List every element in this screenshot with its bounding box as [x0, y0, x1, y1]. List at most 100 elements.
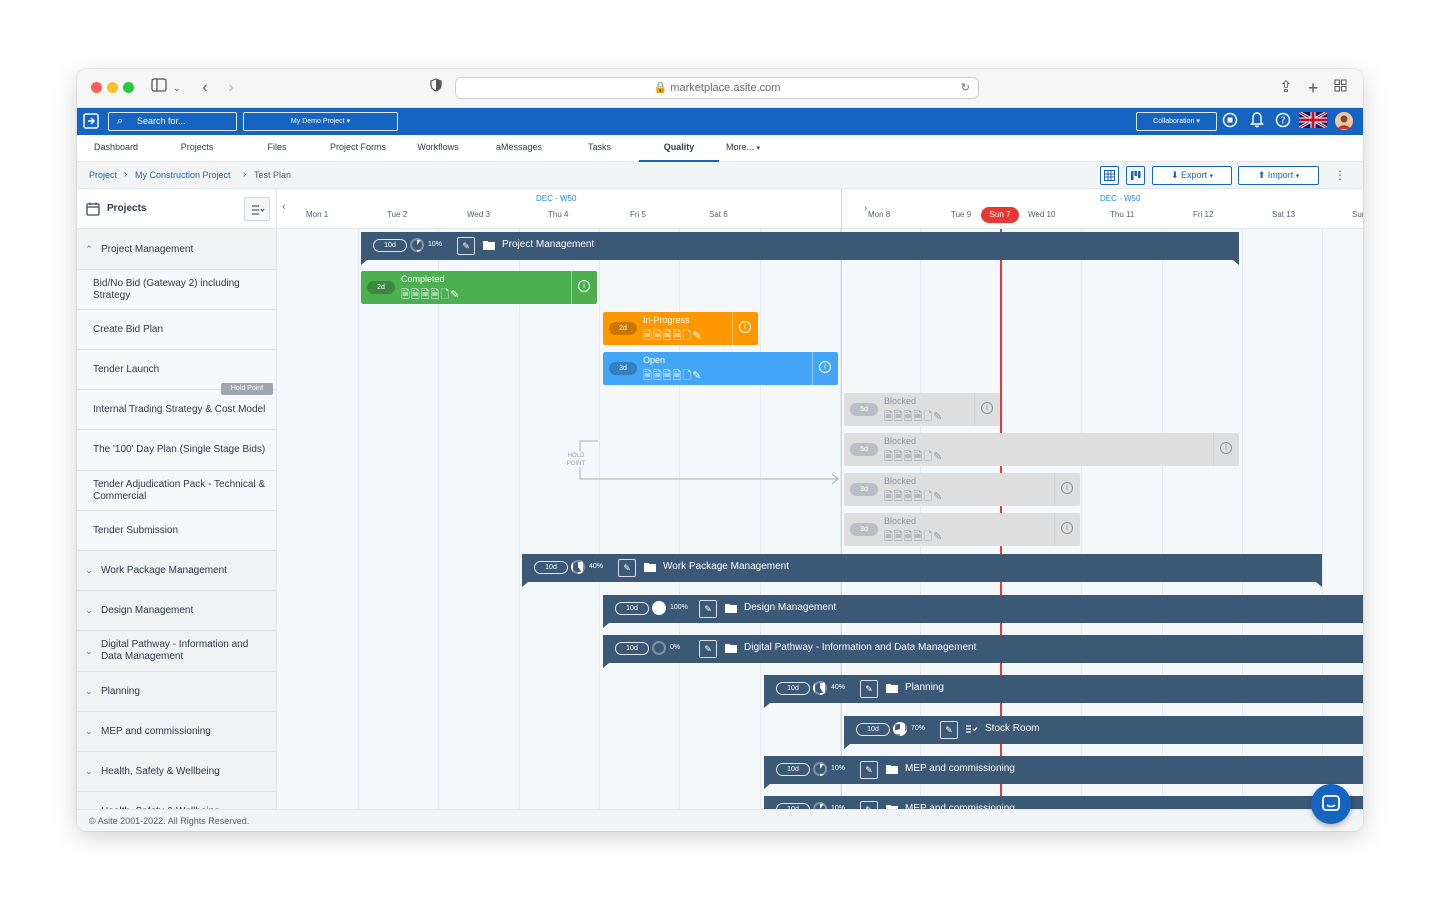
tree-task-row[interactable]: Bid/No Bid (Gateway 2) including Strateg…: [77, 270, 276, 310]
tab-project-forms[interactable]: Project Forms: [317, 135, 399, 162]
edit-button[interactable]: ✎: [860, 801, 878, 809]
chevron-down-icon[interactable]: ⌄: [77, 646, 101, 657]
project-selector[interactable]: My Demo Project ▾: [243, 112, 398, 131]
summary-bar[interactable]: 10d 0% ✎ Digital Pathway - Information and …: [603, 635, 1363, 668]
tab-amessages[interactable]: aMessages: [489, 135, 549, 162]
tree-group-row[interactable]: ⌄ Planning: [77, 672, 276, 712]
chevron-down-icon[interactable]: ⌄: [77, 565, 101, 576]
tree-group-row[interactable]: ⌄ Digital Pathway - Information and Data …: [77, 631, 276, 672]
info-icon[interactable]: i: [1061, 522, 1073, 534]
summary-bar[interactable]: 10d10%✎MEP and commissioning: [764, 756, 1363, 789]
tree-task-row[interactable]: The '100' Day Plan (Single Stage Bids): [77, 430, 276, 471]
record-icon[interactable]: [1221, 112, 1239, 130]
info-icon[interactable]: i: [1220, 442, 1232, 454]
day-label: Tue 2: [387, 210, 408, 219]
tree-group-row[interactable]: ⌄Health, Safety & Wellbeing: [77, 792, 276, 809]
scroll-right-icon[interactable]: ›: [864, 203, 867, 214]
summary-bar[interactable]: 10d 70% ✎ Stock Room: [844, 716, 1363, 749]
filter-list-button[interactable]: [244, 197, 270, 221]
forward-icon[interactable]: ›: [223, 77, 239, 99]
chat-button[interactable]: [1311, 784, 1351, 824]
tree-group-row[interactable]: ⌄ Work Package Management: [77, 551, 276, 591]
task-bar[interactable]: 2d Completed 🗎🗎🗎🗎🗋✎ i: [361, 271, 597, 304]
back-icon[interactable]: ‹: [197, 77, 213, 99]
summary-bar[interactable]: 10d 40% ✎ Work Package Management: [522, 554, 1322, 587]
edit-button[interactable]: ✎: [860, 761, 878, 779]
task-bar[interactable]: 2d In-Progress 🗎🗎🗎🗎🗋✎ i: [603, 312, 758, 345]
export-button[interactable]: ⬇ Export ▾: [1152, 166, 1232, 185]
tab-files[interactable]: Files: [257, 135, 297, 162]
task-bar[interactable]: 5d Blocked 🗎🗎🗎🗎🗋✎ i: [844, 433, 1239, 466]
tree-task-row[interactable]: Tender Adjudication Pack - Technical & C…: [77, 471, 276, 511]
breadcrumb-test-plan: Test Plan: [254, 170, 292, 180]
chevron-down-icon[interactable]: ⌄: [77, 605, 101, 616]
close-window-button[interactable]: [91, 82, 102, 93]
tab-quality[interactable]: Quality: [639, 135, 719, 162]
more-options-icon[interactable]: ⋮: [1334, 162, 1346, 188]
chevron-down-icon[interactable]: ⌄: [77, 766, 101, 777]
summary-bar[interactable]: 10d 10% ✎ Project Management: [361, 232, 1239, 265]
info-icon[interactable]: i: [819, 361, 831, 373]
info-icon[interactable]: i: [1061, 482, 1073, 494]
tree-group-row[interactable]: ⌄ Design Management: [77, 591, 276, 631]
chevron-down-icon[interactable]: ⌄: [172, 77, 182, 99]
search-input[interactable]: ⌕ Search for...: [108, 112, 237, 131]
tab-workflows[interactable]: Workflows: [409, 135, 467, 162]
task-bar[interactable]: 3d Blocked 🗎🗎🗎🗎🗋✎ i: [844, 473, 1080, 506]
chevron-down-icon[interactable]: ⌄: [77, 726, 101, 737]
grid-view-button[interactable]: [1100, 166, 1119, 185]
edit-button[interactable]: ✎: [618, 559, 636, 577]
share-icon[interactable]: ⇪: [1278, 77, 1294, 99]
task-status: Blocked: [884, 436, 917, 446]
minimize-window-button[interactable]: [107, 82, 118, 93]
tab-dashboard[interactable]: Dashboard: [80, 135, 152, 162]
new-tab-icon[interactable]: +: [1305, 77, 1321, 99]
chevron-down-icon[interactable]: ⌄: [77, 686, 101, 697]
scroll-left-icon[interactable]: ‹: [282, 201, 286, 213]
tree-task-row[interactable]: Tender Submission: [77, 511, 276, 551]
summary-bar[interactable]: 10d10%✎MEP and commissioning: [764, 796, 1363, 809]
uk-flag-icon[interactable]: [1298, 110, 1328, 130]
bell-icon[interactable]: [1248, 112, 1266, 130]
edit-button[interactable]: ✎: [940, 721, 958, 739]
user-avatar[interactable]: [1335, 112, 1353, 130]
edit-button[interactable]: ✎: [860, 680, 878, 698]
import-button[interactable]: ⬆ Import ▾: [1238, 166, 1319, 185]
summary-bar-title: Digital Pathway - Information and Data M…: [744, 642, 977, 653]
tree-task-row[interactable]: Internal Trading Strategy & Cost Model: [77, 390, 276, 430]
tree-group-row[interactable]: ⌄Health, Safety & Wellbeing: [77, 752, 276, 792]
summary-bar[interactable]: 10d 40% ✎ Planning: [764, 675, 1363, 708]
privacy-shield-icon[interactable]: [429, 77, 443, 99]
gantt-view-button[interactable]: [1126, 166, 1145, 185]
tree-group-row[interactable]: ⌃ Project Management: [77, 230, 276, 270]
breadcrumb-construction-project[interactable]: My Construction Project: [135, 162, 231, 188]
info-icon[interactable]: i: [739, 321, 751, 333]
task-bar[interactable]: 5d Blocked 🗎🗎🗎🗎🗋✎ i: [844, 393, 1000, 426]
sidebar-toggle-icon[interactable]: [151, 77, 167, 99]
chevron-right-icon: ›: [243, 169, 247, 180]
chevron-up-icon[interactable]: ⌃: [77, 244, 101, 255]
zoom-window-button[interactable]: [123, 82, 134, 93]
breadcrumb-project[interactable]: Project: [89, 162, 117, 188]
reload-icon[interactable]: ↻: [961, 78, 970, 98]
edit-button[interactable]: ✎: [699, 600, 717, 618]
day-label: Thu 4: [548, 210, 569, 219]
tree-task-row[interactable]: Create Bid Plan: [77, 310, 276, 350]
edit-button[interactable]: ✎: [699, 640, 717, 658]
edit-button[interactable]: ✎: [457, 237, 475, 255]
day-label: Fri 5: [630, 210, 646, 219]
task-bar[interactable]: 3d Open 🗎🗎🗎🗎🗋✎ i: [603, 352, 838, 385]
workspace-selector[interactable]: Collaboration ▾: [1136, 112, 1217, 131]
summary-bar[interactable]: 10d 100% ✎ Design Management: [603, 595, 1363, 628]
address-bar[interactable]: 🔒 marketplace.asite.com ↻: [455, 77, 979, 99]
info-icon[interactable]: i: [578, 280, 590, 292]
task-bar[interactable]: 3d Blocked 🗎🗎🗎🗎🗋✎ i: [844, 513, 1080, 546]
app-logo-icon[interactable]: [82, 112, 100, 130]
tab-overview-icon[interactable]: [1332, 77, 1348, 99]
tab-more[interactable]: More... ▾: [722, 135, 764, 162]
tab-tasks[interactable]: Tasks: [577, 135, 622, 162]
info-icon[interactable]: i: [981, 402, 993, 414]
tab-projects[interactable]: Projects: [167, 135, 227, 162]
help-icon[interactable]: ?: [1274, 112, 1292, 130]
tree-group-row[interactable]: ⌄ MEP and commissioning: [77, 712, 276, 752]
